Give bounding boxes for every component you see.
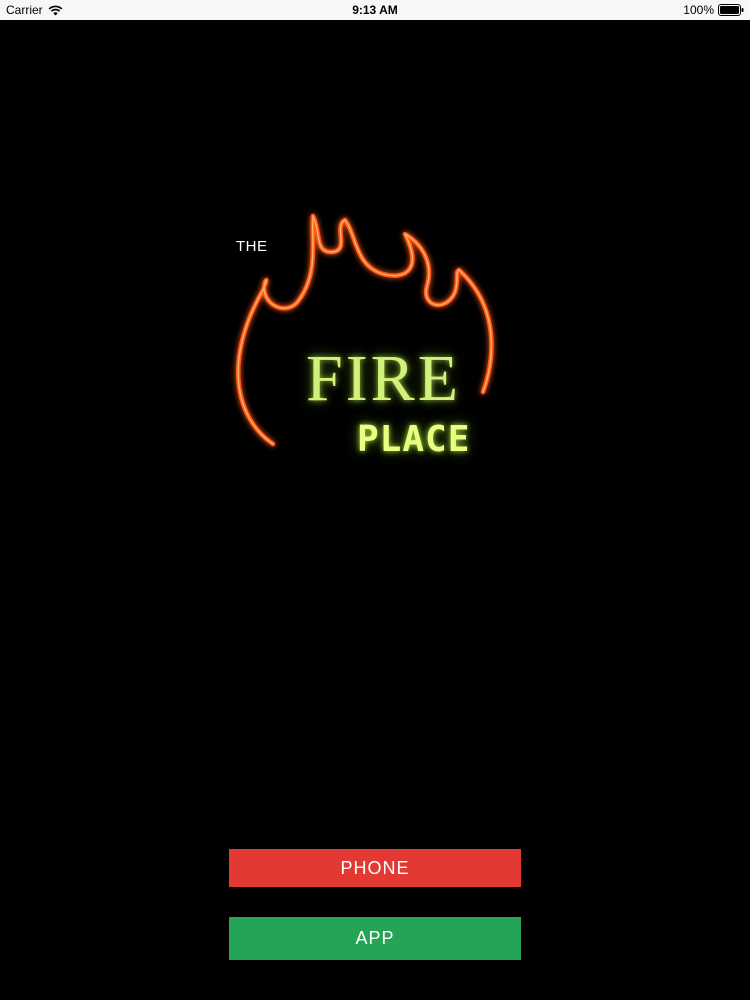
status-time: 9:13 AM <box>352 3 398 17</box>
phone-button[interactable]: PHONE <box>229 849 521 887</box>
battery-icon <box>718 4 744 16</box>
status-bar: Carrier 9:13 AM 100% <box>0 0 750 20</box>
app-button[interactable]: APP <box>229 917 521 960</box>
status-right: 100% <box>683 3 744 17</box>
logo-fire-text: FIRE <box>306 342 462 415</box>
fireplace-logo: THE FIRE PLACE <box>215 200 535 480</box>
logo-place-text: PLACE <box>357 419 471 460</box>
logo-the-text: THE <box>236 238 268 255</box>
battery-percent: 100% <box>683 3 714 17</box>
